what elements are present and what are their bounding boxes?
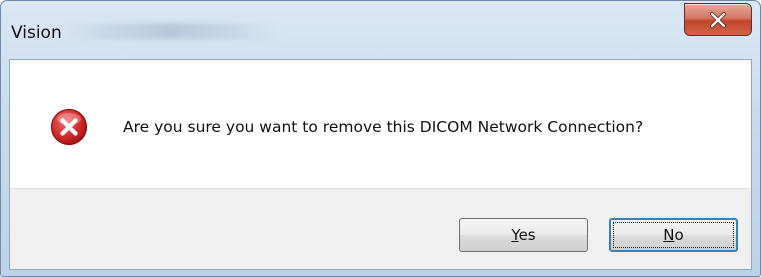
message-dialog: Vision Are you sure you want to remove t… — [0, 0, 761, 277]
dialog-message: Are you sure you want to remove this DIC… — [123, 118, 644, 136]
dialog-client-area: Are you sure you want to remove this DIC… — [9, 59, 752, 270]
window-title: Vision — [11, 23, 62, 43]
yes-mnemonic: Y — [511, 226, 519, 244]
yes-button[interactable]: Yes — [459, 218, 588, 252]
no-label-rest: o — [674, 226, 684, 244]
no-button-label: No — [663, 226, 683, 244]
background-blur — [61, 23, 281, 39]
close-button[interactable] — [684, 3, 752, 36]
yes-button-label: Yes — [511, 226, 535, 244]
title-bar[interactable]: Vision — [1, 1, 760, 59]
no-mnemonic: N — [663, 226, 675, 244]
message-area: Are you sure you want to remove this DIC… — [10, 60, 751, 188]
button-bar: Yes No — [10, 188, 751, 269]
error-icon — [50, 108, 88, 146]
close-icon — [710, 11, 726, 28]
yes-label-rest: es — [518, 226, 536, 244]
no-button[interactable]: No — [609, 218, 738, 252]
